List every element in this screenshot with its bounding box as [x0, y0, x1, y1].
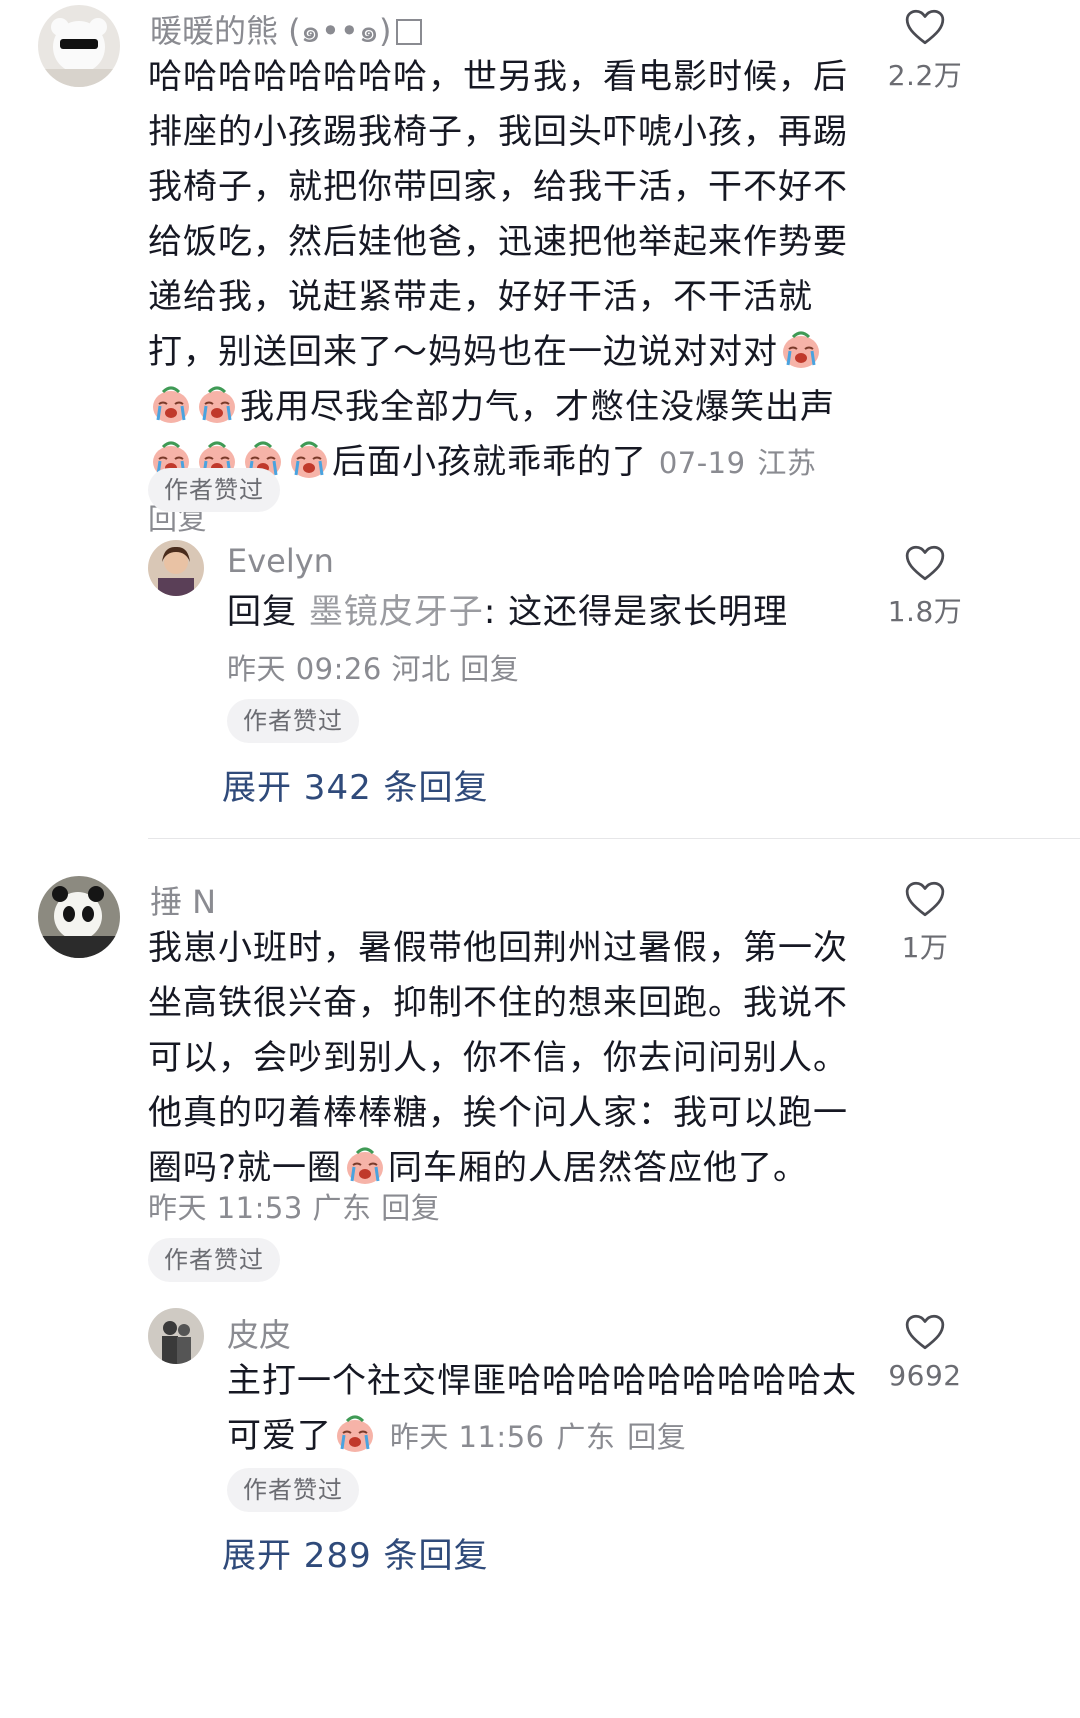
author-liked-badge: 作者赞过 [148, 468, 280, 512]
checkbox-icon [395, 19, 422, 45]
crying-face-emoji-icon [149, 382, 193, 426]
reply-text: 回复 墨镜皮牙子: 这还得是家长明理 [227, 592, 789, 632]
like-count: 1万 [901, 931, 949, 964]
comment-location: 广东 [312, 1191, 372, 1225]
comment-date: 昨天 11:53 [148, 1191, 303, 1225]
reply-button[interactable]: 回复 [460, 652, 519, 686]
reply-date: 昨天 11:56 [389, 1420, 545, 1454]
like-count: 9692 [888, 1359, 962, 1392]
like-button[interactable]: 1万 [870, 880, 980, 966]
expand-replies-link[interactable]: 展开 342 条回复 [222, 760, 489, 809]
reply-button[interactable]: 回复 [381, 1191, 440, 1225]
heart-icon[interactable] [904, 880, 946, 918]
avatar[interactable] [148, 540, 204, 596]
reply-button[interactable]: 回复 [627, 1420, 686, 1454]
comment-text: 我崽小班时，暑假带他回荆州过暑假，第一次坐高铁很兴奋，抑制不住的想来回跑。我说不… [148, 928, 848, 1188]
reply-to-username[interactable]: 墨镜皮牙子 [309, 592, 484, 632]
expand-replies-link[interactable]: 展开 289 条回复 [222, 1528, 489, 1577]
author-liked-badge: 作者赞过 [227, 1468, 359, 1512]
crying-face-emoji-icon [343, 1143, 387, 1187]
crying-face-emoji-icon [333, 1411, 377, 1455]
reply-meta: 昨天 09:26 河北 回复 [227, 646, 519, 688]
author-liked-badge: 作者赞过 [148, 1238, 280, 1282]
heart-icon[interactable] [904, 544, 946, 582]
like-count: 1.8万 [887, 595, 963, 628]
comment-meta: 昨天 11:53 广东 回复 [148, 1185, 440, 1227]
reply-date: 昨天 09:26 [227, 652, 382, 686]
comment-location: 江苏 [757, 446, 817, 480]
reply-username[interactable]: Evelyn [227, 542, 334, 580]
avatar[interactable] [38, 5, 120, 87]
bear-with-sunglasses-avatar [38, 5, 120, 87]
like-button[interactable]: 9692 [870, 1313, 980, 1392]
reply-username[interactable]: 皮皮 [227, 1310, 291, 1356]
heart-icon[interactable] [904, 1313, 946, 1351]
crying-face-emoji-icon [779, 327, 823, 371]
like-button[interactable]: 1.8万 [870, 544, 980, 630]
avatar[interactable] [38, 876, 120, 958]
like-button[interactable]: 2.2万 [870, 8, 980, 94]
reply-location: 河北 [391, 652, 451, 686]
heart-icon[interactable] [904, 8, 946, 46]
reply-location: 广东 [556, 1420, 616, 1454]
comment-date: 07-19 [658, 446, 746, 480]
divider [148, 838, 1080, 839]
comment-username[interactable]: 捶 N [150, 877, 216, 923]
couple-photo-avatar [148, 1308, 204, 1364]
crying-face-emoji-icon [287, 437, 331, 481]
reply-text: 主打一个社交悍匪哈哈哈哈哈哈哈哈哈太可爱了 昨天 11:56 广东 回复 [227, 1361, 857, 1456]
like-count: 2.2万 [887, 59, 963, 92]
crying-face-emoji-icon [195, 382, 239, 426]
author-liked-badge: 作者赞过 [227, 699, 359, 743]
woman-portrait-avatar [148, 540, 204, 596]
panda-avatar [38, 876, 120, 958]
avatar[interactable] [148, 1308, 204, 1364]
